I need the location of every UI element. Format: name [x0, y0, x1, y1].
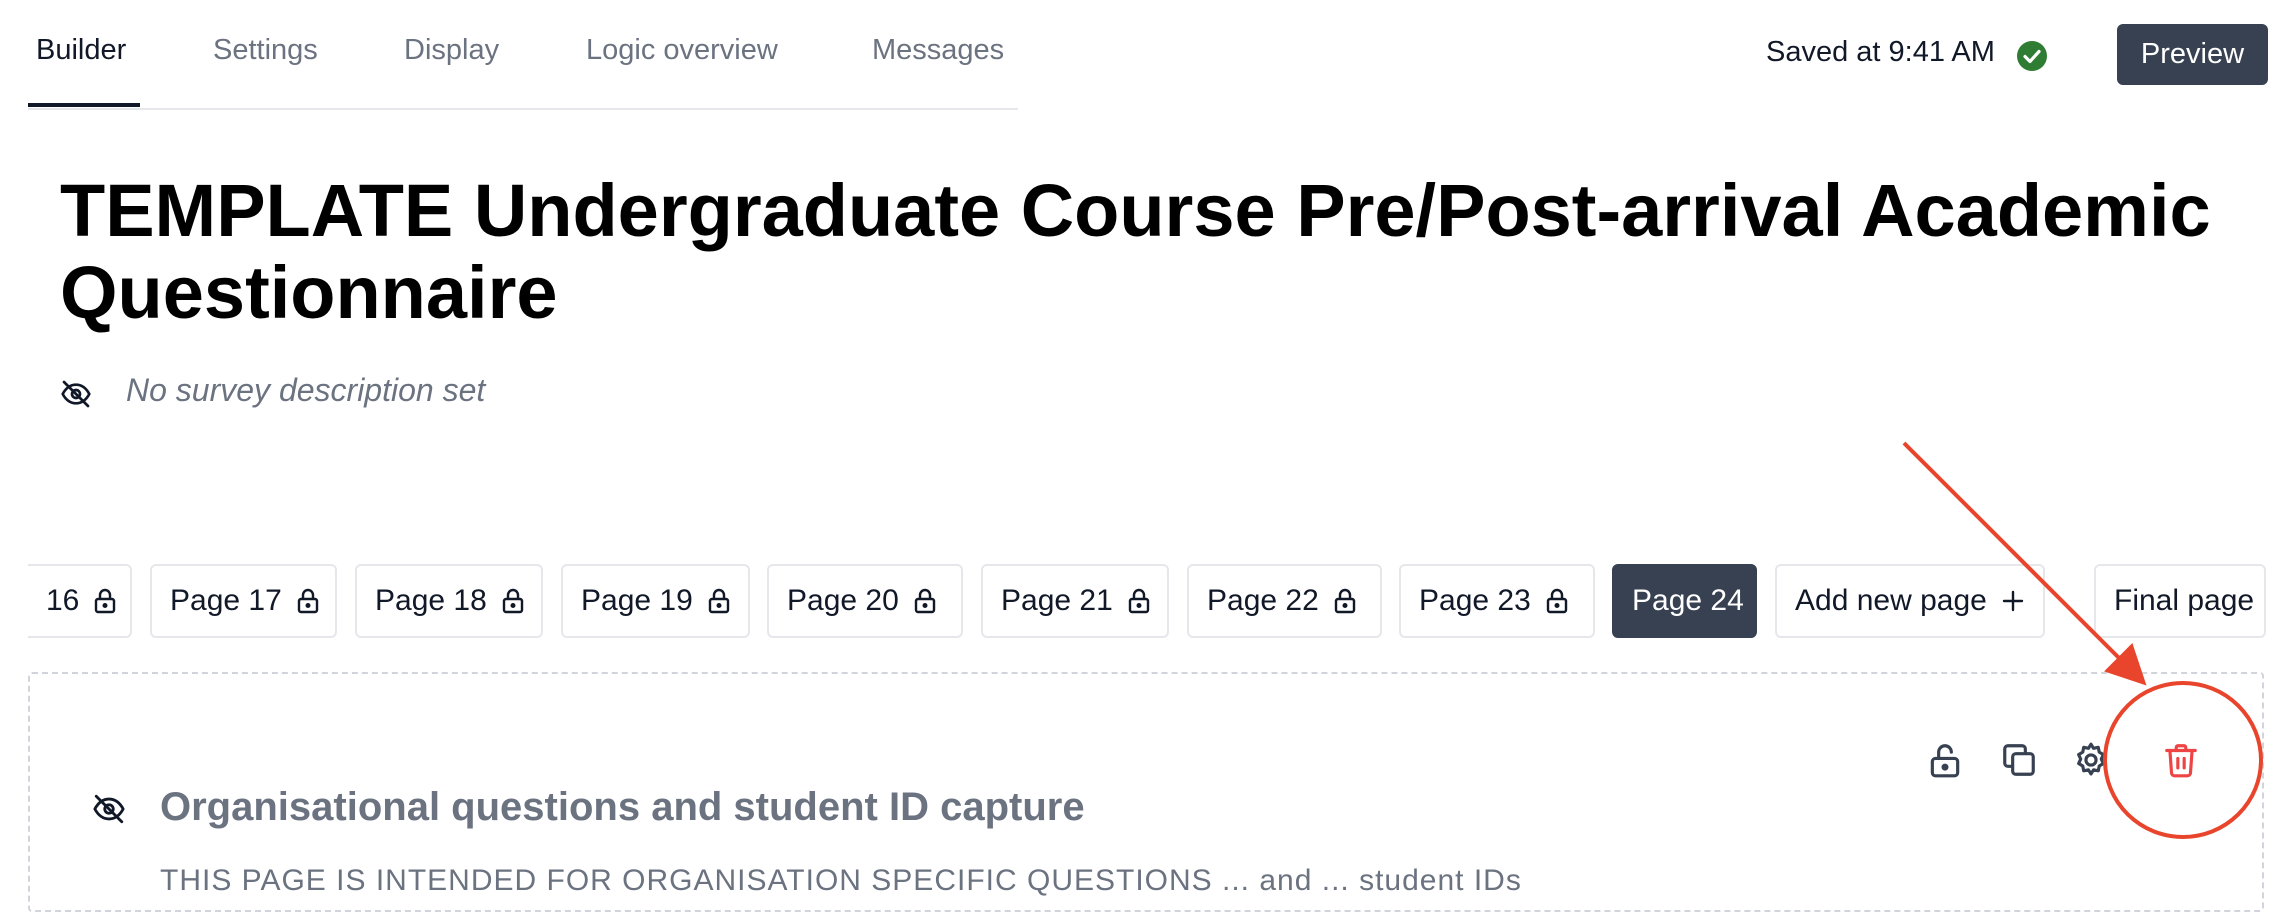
plus-icon	[2002, 590, 2024, 612]
final-page-label: Final page	[2114, 584, 2255, 617]
page-tab-23[interactable]: Page 23	[1399, 564, 1595, 638]
unlock-icon[interactable]	[1926, 741, 1964, 779]
gear-icon[interactable]	[2072, 741, 2110, 779]
page-description-excerpt: THIS PAGE IS INTENDED FOR ORGANISATION S…	[160, 864, 1522, 897]
page-tab-label: Page 20	[787, 584, 899, 617]
page-tab-18[interactable]: Page 18	[355, 564, 543, 638]
preview-button[interactable]: Preview	[2117, 24, 2268, 85]
active-tab-indicator	[28, 103, 140, 107]
builder-tabs: Builder Settings Display Logic overview …	[28, 0, 1018, 110]
copy-icon[interactable]	[2000, 741, 2038, 779]
lock-icon	[297, 588, 318, 614]
eye-off-icon[interactable]	[60, 378, 92, 410]
tab-messages[interactable]: Messages	[872, 34, 1004, 67]
check-circle-icon	[2017, 41, 2047, 71]
lock-icon	[1334, 588, 1355, 614]
page-tab-22[interactable]: Page 22	[1187, 564, 1382, 638]
page-tab-label: Page 19	[581, 584, 693, 617]
add-new-page-label: Add new page	[1795, 584, 1987, 617]
lock-icon	[914, 588, 935, 614]
lock-icon	[95, 588, 116, 614]
page-tab-19[interactable]: Page 19	[561, 564, 750, 638]
trash-icon[interactable]	[2162, 741, 2200, 779]
lock-icon	[502, 588, 523, 614]
page-tab-label: 16	[46, 584, 80, 617]
page-tab-label: Page 17	[170, 584, 282, 617]
lock-icon	[1128, 588, 1149, 614]
add-new-page-button[interactable]: Add new page	[1775, 564, 2045, 638]
page-tab-label: Page 18	[375, 584, 487, 617]
lock-icon	[708, 588, 729, 614]
tab-display[interactable]: Display	[404, 34, 499, 67]
survey-description-placeholder[interactable]: No survey description set	[126, 372, 485, 409]
page-tab-label: Page 24	[1632, 584, 1744, 617]
page-tab-label: Page 21	[1001, 584, 1113, 617]
tab-builder[interactable]: Builder	[36, 34, 126, 67]
tab-logic-overview[interactable]: Logic overview	[586, 34, 778, 67]
page-tab-label: Page 22	[1207, 584, 1319, 617]
eye-off-icon[interactable]	[92, 792, 126, 826]
page-tab-24[interactable]: Page 24	[1612, 564, 1757, 638]
annotation-arrow	[1902, 441, 2147, 686]
page-tab-20[interactable]: Page 20	[767, 564, 963, 638]
survey-title[interactable]: TEMPLATE Undergraduate Course Pre/Post-a…	[60, 170, 2260, 334]
tab-settings[interactable]: Settings	[213, 34, 318, 67]
final-page-tab[interactable]: Final page	[2094, 564, 2266, 638]
lock-icon	[1546, 588, 1567, 614]
save-status: Saved at 9:41 AM	[1766, 36, 1995, 68]
page-tab-17[interactable]: Page 17	[150, 564, 337, 638]
page-tab-label: Page 23	[1419, 584, 1531, 617]
page-tab-21[interactable]: Page 21	[981, 564, 1169, 638]
page-title[interactable]: Organisational questions and student ID …	[160, 785, 1085, 830]
page-bar-fade	[0, 560, 28, 642]
